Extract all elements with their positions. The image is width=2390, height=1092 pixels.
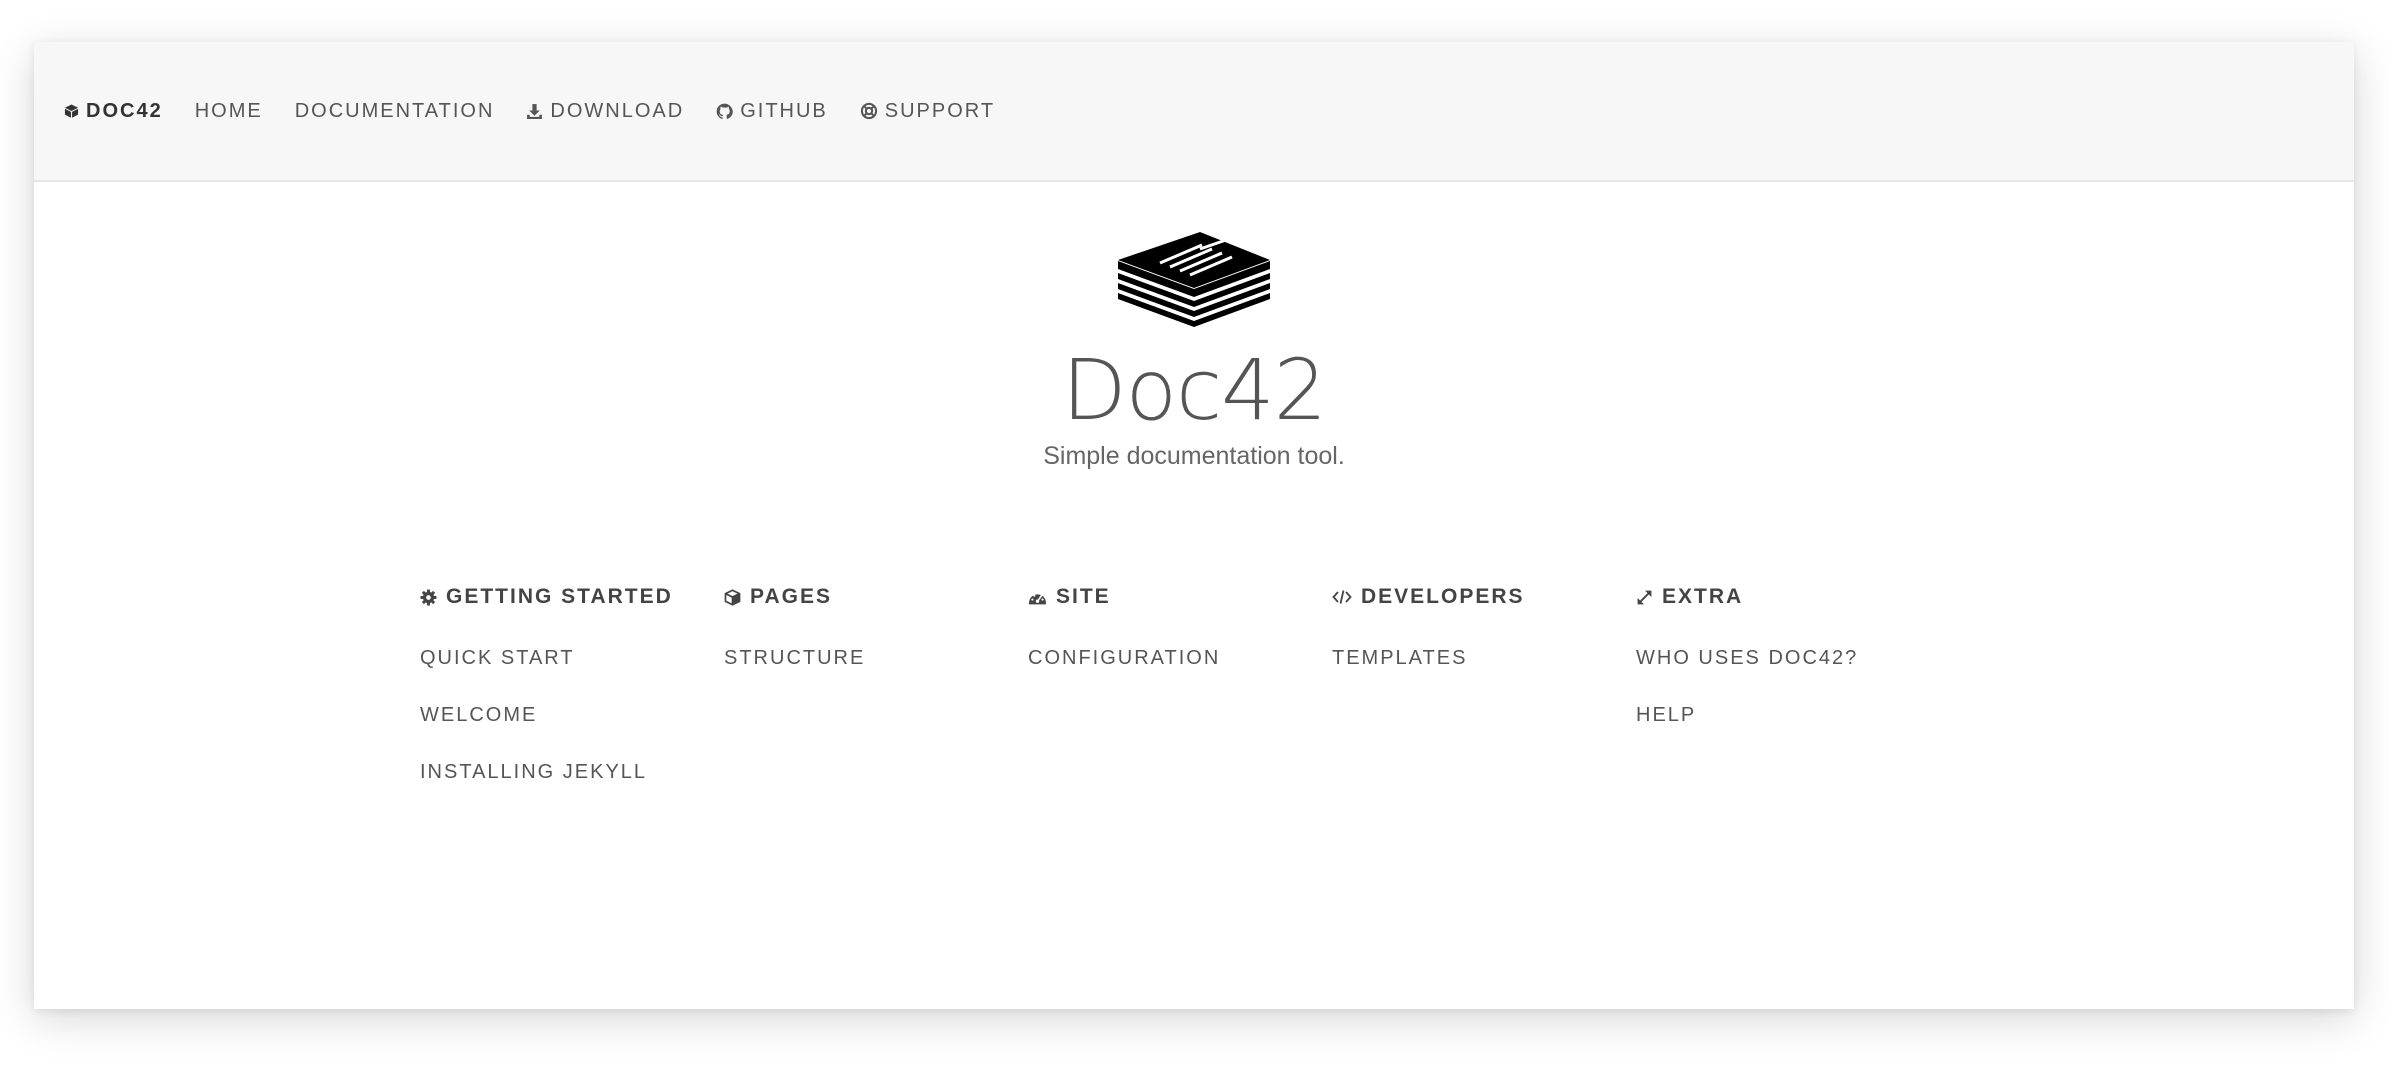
link-quick-start[interactable]: QUICK START — [420, 644, 724, 701]
download-icon — [527, 103, 543, 119]
section-links: WHO USES DOC42? HELP — [1636, 644, 1940, 758]
cube-icon — [64, 104, 79, 118]
doc-stack-logo-icon — [1118, 232, 1270, 327]
nav-item-github[interactable]: GITHUB — [716, 100, 828, 123]
section-title: EXTRA — [1636, 580, 1940, 614]
nav-brand-label: DOC42 — [86, 99, 163, 122]
expand-icon — [1637, 590, 1652, 604]
nav-item-label: SUPPORT — [884, 99, 996, 122]
hero: Doc42 Simple documentation tool. — [34, 182, 2354, 471]
gear-icon — [420, 589, 437, 605]
nav-item-support[interactable]: SUPPORT — [860, 100, 995, 123]
section-links: CONFIGURATION — [1028, 644, 1332, 701]
section-title-label: EXTRA — [1662, 585, 1744, 608]
section-pages: PAGES STRUCTURE — [724, 580, 1028, 815]
cube-icon — [724, 588, 741, 606]
section-getting-started: GETTING STARTED QUICK START WELCOME INST… — [420, 580, 724, 815]
section-extra: EXTRA WHO USES DOC42? HELP — [1636, 580, 1940, 815]
site-tagline: Simple documentation tool. — [1043, 442, 1345, 470]
nav-item-documentation[interactable]: DOCUMENTATION — [295, 100, 495, 123]
site-title: Doc42 — [1061, 341, 1327, 439]
nav-item-download[interactable]: DOWNLOAD — [526, 100, 684, 123]
section-site: SITE CONFIGURATION — [1028, 580, 1332, 815]
nav-item-home[interactable]: HOME — [195, 100, 263, 123]
life-ring-icon — [860, 102, 877, 120]
github-icon — [716, 103, 733, 119]
link-who-uses-doc42[interactable]: WHO USES DOC42? — [1636, 644, 1940, 701]
section-title: DEVELOPERS — [1332, 580, 1636, 614]
nav-item-label: DOWNLOAD — [550, 99, 685, 122]
nav-item-label: GITHUB — [740, 99, 828, 122]
section-links: QUICK START WELCOME INSTALLING JEKYLL — [420, 644, 724, 815]
section-links: TEMPLATES — [1332, 644, 1636, 701]
link-installing-jekyll[interactable]: INSTALLING JEKYLL — [420, 758, 724, 815]
section-title: SITE — [1028, 580, 1332, 614]
section-title: GETTING STARTED — [420, 580, 724, 614]
top-navbar: DOC42 HOME DOCUMENTATION DOWNLOAD GITHUB — [34, 42, 2354, 182]
nav-item-label: HOME — [194, 99, 263, 122]
section-developers: DEVELOPERS TEMPLATES — [1332, 580, 1636, 815]
section-title-label: GETTING STARTED — [446, 585, 673, 608]
section-links: STRUCTURE — [724, 644, 1028, 701]
link-structure[interactable]: STRUCTURE — [724, 644, 1028, 701]
section-title-label: PAGES — [750, 585, 832, 608]
section-title-label: DEVELOPERS — [1361, 585, 1525, 608]
link-welcome[interactable]: WELCOME — [420, 701, 724, 758]
section-title: PAGES — [724, 580, 1028, 614]
section-title-label: SITE — [1056, 585, 1111, 608]
link-templates[interactable]: TEMPLATES — [1332, 644, 1636, 701]
code-icon — [1332, 590, 1352, 604]
link-help[interactable]: HELP — [1636, 701, 1940, 758]
app-window: DOC42 HOME DOCUMENTATION DOWNLOAD GITHUB — [34, 42, 2354, 1009]
dashboard-icon — [1029, 593, 1046, 604]
nav-item-label: DOCUMENTATION — [294, 99, 495, 122]
nav-brand[interactable]: DOC42 — [64, 100, 163, 123]
doc-sections: GETTING STARTED QUICK START WELCOME INST… — [420, 580, 1940, 815]
link-configuration[interactable]: CONFIGURATION — [1028, 644, 1332, 701]
